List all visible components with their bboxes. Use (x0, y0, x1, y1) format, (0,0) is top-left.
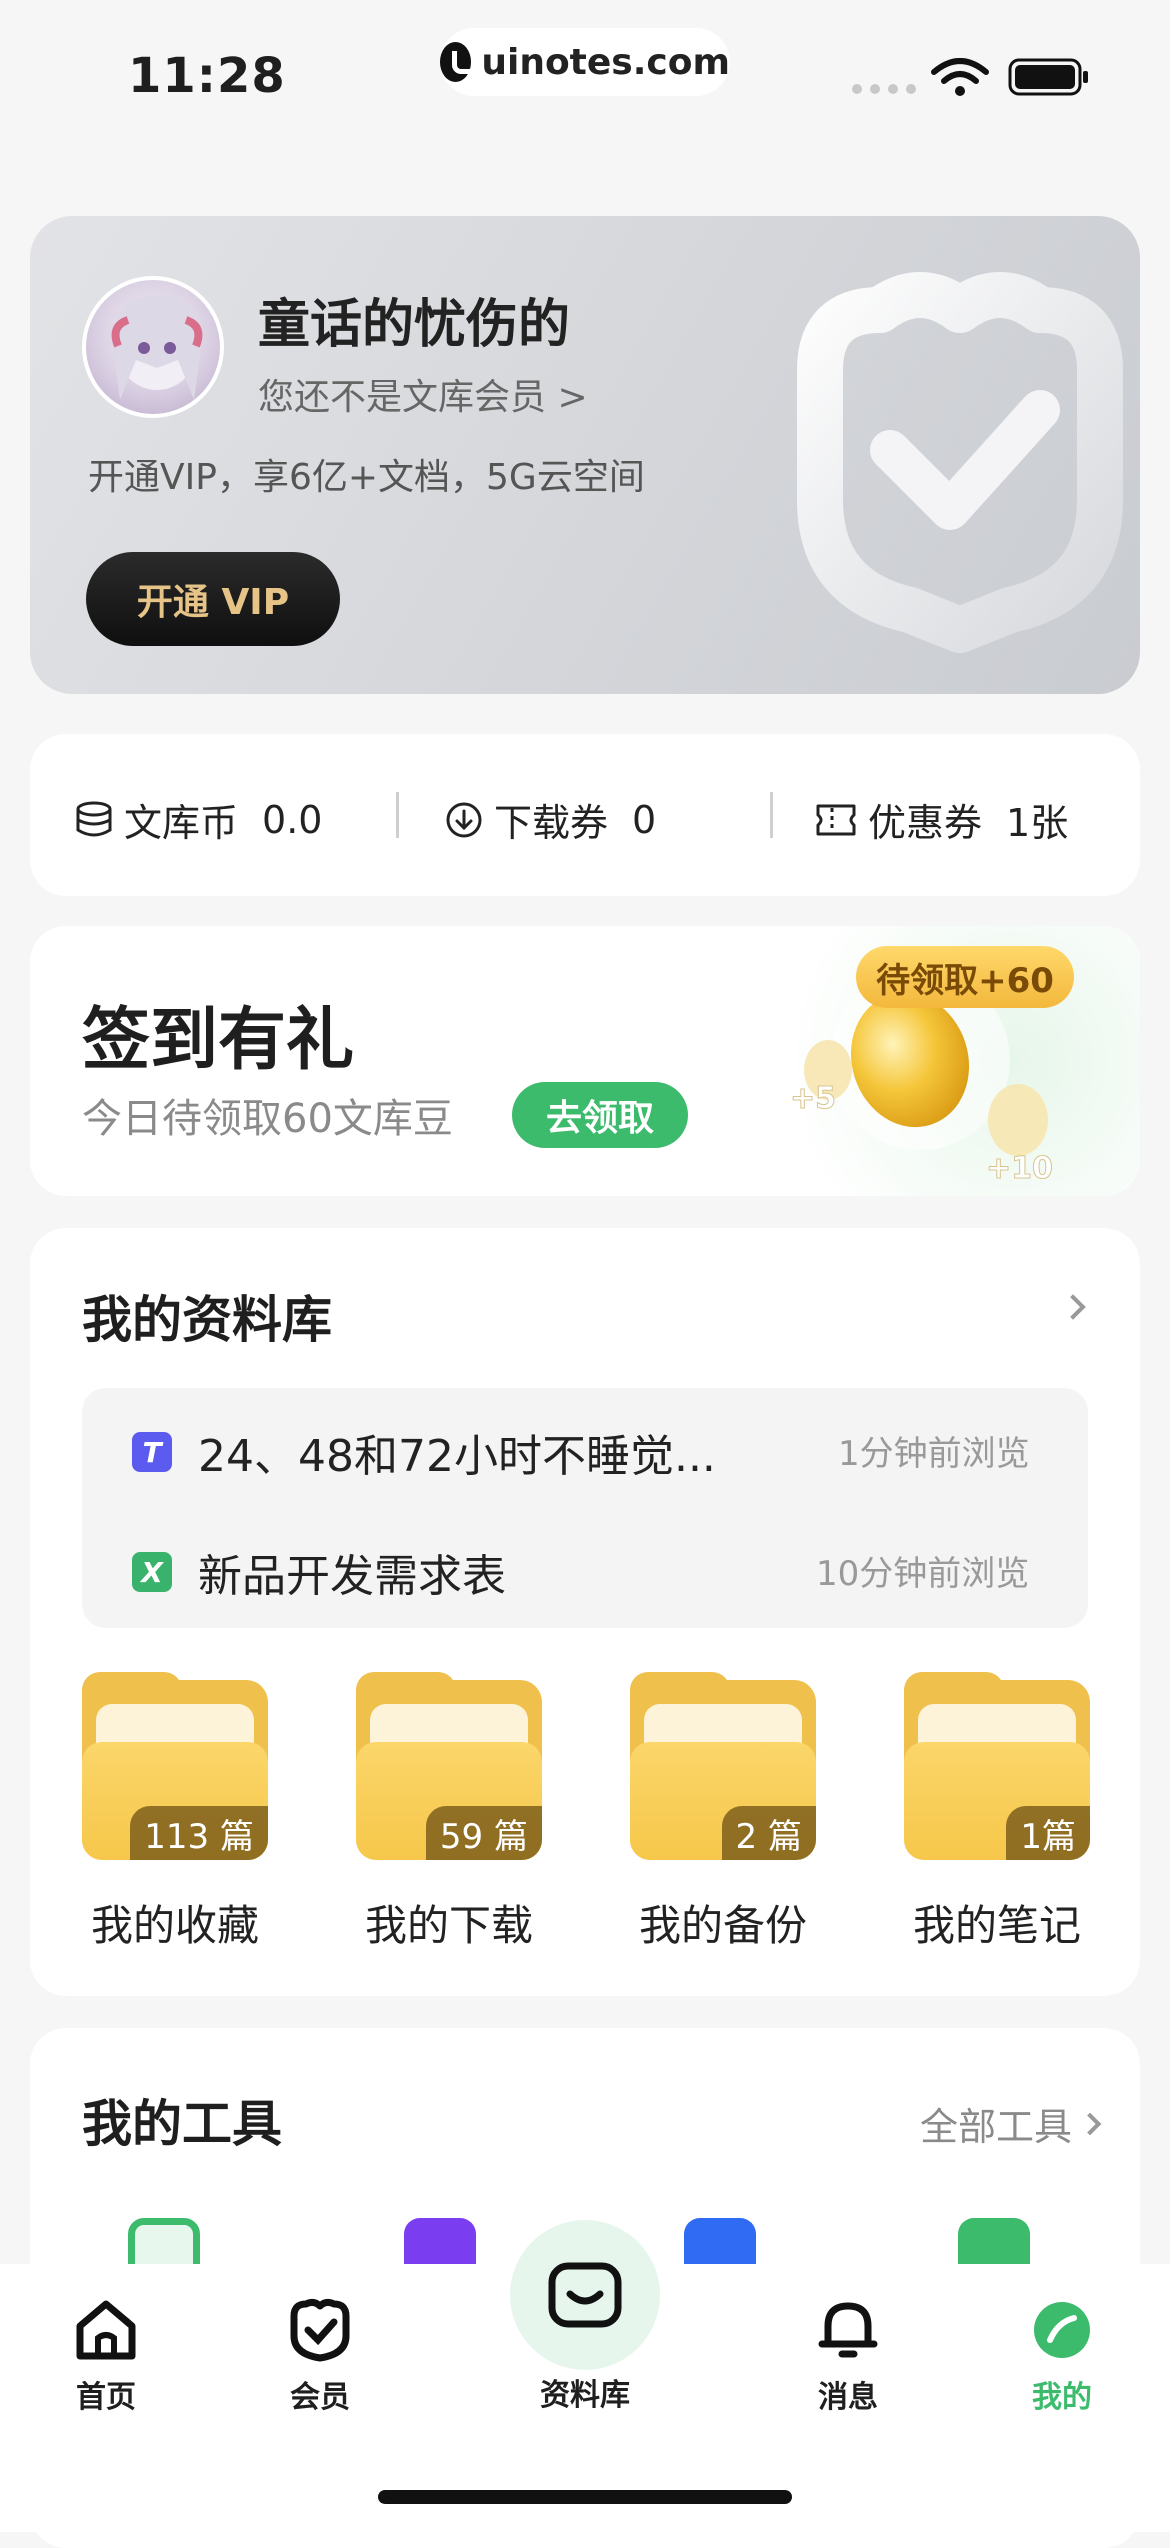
vip-check-badge-icon (797, 272, 1123, 653)
ticket-icon (816, 804, 856, 835)
status-time: 11:28 (128, 48, 286, 104)
folder-downloads[interactable]: 59 篇 (356, 1672, 542, 1860)
download-voucher-value: 0 (632, 797, 657, 842)
recent-doc-title: 新品开发需求表 (198, 1551, 506, 1602)
divider (396, 792, 399, 838)
cellular-signal-icon (852, 84, 916, 94)
recent-doc-title: 24、48和72小时不睡觉... (198, 1431, 716, 1482)
divider (770, 792, 773, 838)
claim-beans-button[interactable]: 去领取 (512, 1082, 688, 1148)
coupon-value: 1张 (1006, 801, 1069, 845)
profile-leaf-icon (1034, 2302, 1090, 2358)
text-doc-icon: T (132, 1432, 172, 1472)
tab-home[interactable]: 首页 (26, 2296, 186, 2416)
bonus-big: +10 (986, 1151, 1053, 1186)
coupon-label: 优惠券 (868, 801, 983, 845)
coin-stat-value: 0.0 (262, 797, 323, 842)
home-icon (76, 2300, 136, 2360)
coin-stat[interactable]: 文库币 0.0 (74, 792, 322, 847)
tab-label: 消息 (818, 2380, 878, 2415)
home-indicator[interactable] (378, 2490, 792, 2504)
tab-label: 首页 (76, 2380, 136, 2415)
tab-profile[interactable]: 我的 (982, 2296, 1142, 2416)
vip-benefits-text: 开通VIP，享6亿+文档，5G云空间 (88, 457, 645, 498)
pending-reward-bubble: 待领取+60 (856, 946, 1074, 1008)
folder-label[interactable]: 我的下载 (356, 1892, 542, 1953)
wifi-icon (931, 58, 989, 96)
recent-doc-row[interactable]: T 24、48和72小时不睡觉... (132, 1420, 716, 1484)
checkin-title: 签到有礼 (82, 1001, 355, 1080)
library-title: 我的资料库 (82, 1291, 332, 1349)
tab-label: 资料库 (540, 2378, 630, 2413)
folder-backups[interactable]: 2 篇 (630, 1672, 816, 1860)
tab-label: 会员 (290, 2380, 350, 2415)
library-icon (548, 2262, 622, 2328)
vip-badge-icon (290, 2298, 350, 2362)
folder-favorites[interactable]: 113 篇 (82, 1672, 268, 1860)
all-tools-link[interactable]: 全部工具 (920, 2096, 1102, 2151)
bell-icon (818, 2302, 878, 2358)
all-tools-label: 全部工具 (920, 2105, 1073, 2149)
tab-label: 我的 (1032, 2380, 1092, 2415)
tools-title: 我的工具 (82, 2095, 282, 2153)
battery-icon (1008, 58, 1088, 96)
folder-notes[interactable]: 1篇 (904, 1672, 1090, 1860)
checkin-subtitle: 今日待领取60文库豆 (82, 1096, 453, 1142)
recent-doc-time: 10分钟前浏览 (816, 1554, 1030, 1594)
folder-label[interactable]: 我的笔记 (904, 1892, 1090, 1953)
tab-vip[interactable]: 会员 (240, 2296, 400, 2416)
download-circle-icon (446, 802, 482, 837)
folder-count: 113 篇 (130, 1806, 268, 1860)
folder-count: 1篇 (1006, 1806, 1090, 1860)
member-status-link[interactable]: 您还不是文库会员 > (258, 368, 588, 420)
url-text: uinotes.com (481, 41, 730, 83)
spreadsheet-doc-icon: X (132, 1552, 172, 1592)
folder-label[interactable]: 我的收藏 (82, 1892, 268, 1953)
uinotes-logo-icon (440, 42, 479, 82)
tab-messages[interactable]: 消息 (768, 2296, 928, 2416)
recent-doc-time: 1分钟前浏览 (838, 1434, 1030, 1474)
folder-count: 59 篇 (425, 1806, 542, 1860)
chevron-right-icon (1078, 2112, 1102, 2135)
username: 童话的忧伤的 (258, 295, 571, 355)
url-pill: uinotes.com (440, 28, 730, 96)
recent-doc-row[interactable]: X 新品开发需求表 (132, 1540, 506, 1604)
download-voucher-stat[interactable]: 下载券 0 (444, 792, 656, 847)
avatar[interactable] (82, 276, 224, 418)
coin-stack-icon (76, 801, 112, 836)
coupon-stat[interactable]: 优惠券 1张 (814, 792, 1068, 847)
bonus-small: +5 (790, 1081, 836, 1116)
folder-label[interactable]: 我的备份 (630, 1892, 816, 1953)
download-voucher-label: 下载券 (494, 801, 609, 845)
coin-stat-label: 文库币 (124, 801, 239, 845)
tab-library-label-wrap[interactable]: 资料库 (505, 2370, 665, 2414)
open-vip-button[interactable]: 开通 VIP (86, 552, 340, 646)
folder-count: 2 篇 (721, 1806, 816, 1860)
library-tab-button[interactable] (510, 2220, 660, 2370)
